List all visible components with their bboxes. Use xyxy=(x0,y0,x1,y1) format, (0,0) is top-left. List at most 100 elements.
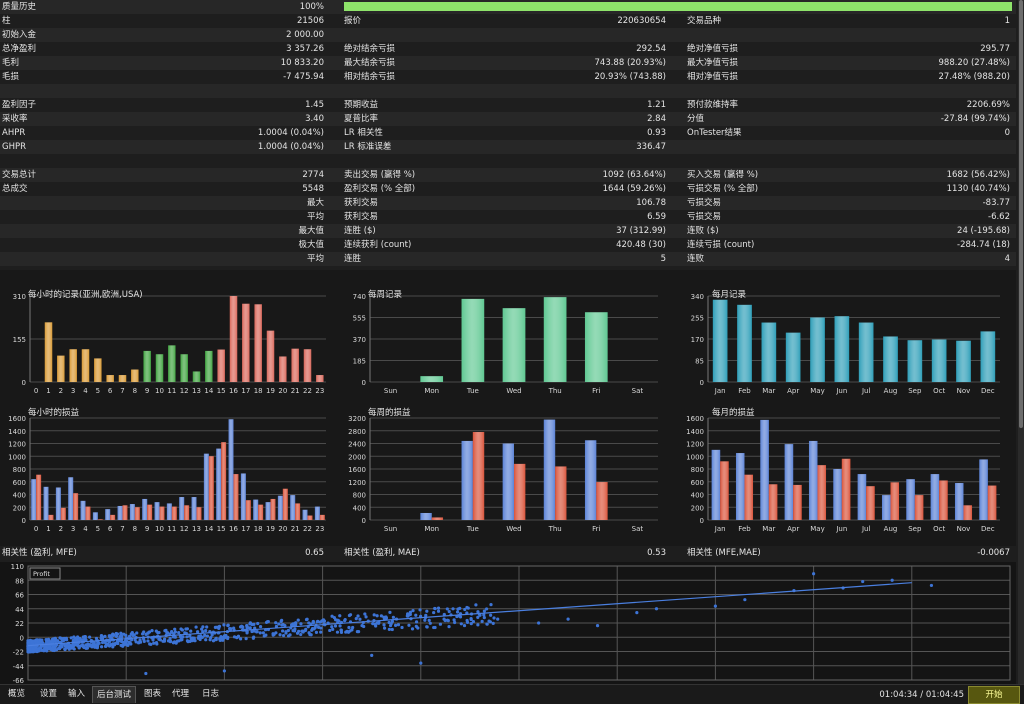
x-tick-label: 2 xyxy=(59,525,63,533)
stat-value: 5548 xyxy=(302,184,324,194)
stat-value xyxy=(200,252,324,266)
bar-highlight xyxy=(92,512,98,520)
x-tick-label: Thu xyxy=(548,525,562,533)
stat-value: 0 xyxy=(1004,128,1010,138)
scatter-point xyxy=(436,606,441,610)
y-tick-label: 1200 xyxy=(348,479,366,487)
tab[interactable]: 代理 xyxy=(168,686,193,702)
scatter-point xyxy=(407,623,411,627)
x-tick-label: Jul xyxy=(861,387,871,395)
bar-highlight xyxy=(906,479,915,520)
scatter-point xyxy=(27,640,31,644)
y-tick-label: 0 xyxy=(20,634,24,642)
scatter-point xyxy=(205,634,210,638)
scatter-point xyxy=(469,617,473,621)
bar-highlight xyxy=(155,354,164,382)
scatter-point xyxy=(60,645,64,649)
tab[interactable]: 日志 xyxy=(198,686,223,702)
stats-row: 交易总计 2774 卖出交易 (赢得 %) 1092 (63.64%) 买入交易 (赢得… xyxy=(0,168,1016,182)
stats-row: GHPR 1.0004 (0.04%) LR 标准误差 336.47 xyxy=(0,140,1016,154)
stat-label: 亏损交易 xyxy=(687,212,722,222)
x-tick-label: 9 xyxy=(145,525,149,533)
scatter-point xyxy=(248,621,253,625)
stat-label: 总净盈利 xyxy=(2,44,37,54)
tab[interactable]: 设置 xyxy=(36,686,61,702)
scatter-point xyxy=(195,630,200,634)
x-tick-label: Apr xyxy=(787,525,799,533)
tab[interactable]: 后台测试 xyxy=(92,686,137,703)
scatter-point xyxy=(452,618,456,622)
scatter-point xyxy=(165,631,169,635)
scatter-point xyxy=(291,629,295,633)
bar-highlight xyxy=(954,483,964,520)
bar-highlight xyxy=(228,419,234,520)
start-button[interactable]: 开始 xyxy=(968,686,1020,704)
scrollbar[interactable] xyxy=(1018,0,1024,684)
bar-highlight xyxy=(980,331,996,382)
stat-value xyxy=(500,28,666,42)
bar-highlight xyxy=(314,506,320,520)
x-tick-label: Sat xyxy=(632,387,644,395)
bar-highlight xyxy=(118,375,127,382)
stat-label: 绝对净值亏损 xyxy=(687,44,739,54)
bar-highlight xyxy=(768,484,778,520)
scatter-point xyxy=(144,671,148,676)
scatter-point xyxy=(226,623,230,627)
x-tick-label: Nov xyxy=(957,525,971,533)
scatter-point xyxy=(63,647,67,651)
tab[interactable]: 图表 xyxy=(140,686,165,702)
bar-highlight xyxy=(295,503,301,520)
x-tick-label: 22 xyxy=(303,525,312,533)
y-tick-label: -22 xyxy=(13,649,24,657)
bar-highlight xyxy=(939,480,948,520)
scatter-point xyxy=(124,642,128,646)
stat-label: 连胜 ($) xyxy=(344,226,376,236)
scatter-point xyxy=(388,623,393,628)
x-tick-label: Jul xyxy=(861,525,871,533)
scatter-point xyxy=(812,572,816,576)
corr-label: 相关性 (盈利, MFE) xyxy=(2,548,77,558)
bar-highlight xyxy=(180,354,188,382)
scatter-point xyxy=(75,637,79,642)
bar-highlight xyxy=(279,356,287,382)
x-tick-label: Thu xyxy=(548,387,562,395)
bar-highlight xyxy=(596,482,608,520)
y-tick-label: 340 xyxy=(691,293,704,301)
bar-highlight xyxy=(80,500,86,520)
bar-highlight xyxy=(270,498,276,520)
stats-row: 平均 获利交易 6.59 亏损交易 -6.62 xyxy=(0,210,1016,224)
y-tick-label: 1400 xyxy=(8,428,26,436)
stat-label: 买入交易 (赢得 %) xyxy=(687,170,759,180)
y-tick-label: 2400 xyxy=(348,441,366,449)
scatter-point xyxy=(299,632,303,637)
x-tick-label: 21 xyxy=(291,387,300,395)
scatter-point xyxy=(379,614,383,618)
scatter-point xyxy=(375,614,379,618)
scatter-point xyxy=(217,626,221,630)
profit-scatter-chart: 110 88 66 44 22 0 -22 -44 -66 Profit xyxy=(0,562,1016,685)
bar-highlight xyxy=(208,456,214,520)
scatter-point xyxy=(31,647,36,651)
scatter-point xyxy=(462,623,467,628)
tab[interactable]: 概览 xyxy=(4,686,29,702)
bar-highlight xyxy=(302,509,308,520)
bar-highlight xyxy=(94,358,102,382)
scrollbar-thumb[interactable] xyxy=(1019,0,1023,428)
y-tick-label: 800 xyxy=(691,466,704,474)
bar-highlight xyxy=(122,505,128,520)
stat-value: 3.40 xyxy=(305,114,324,124)
stats-row: 总净盈利 3 357.26 绝对结余亏损 292.54 绝对净值亏损 295.77 xyxy=(0,42,1016,56)
tab[interactable]: 输入 xyxy=(64,686,89,702)
x-tick-label: 16 xyxy=(229,387,238,395)
scatter-point xyxy=(228,627,232,631)
scatter-point xyxy=(203,633,207,637)
y-tick-label: 555 xyxy=(353,315,366,323)
bar-highlight xyxy=(472,432,485,520)
scatter-point xyxy=(35,649,40,653)
scatter-point xyxy=(51,637,55,641)
scatter-point xyxy=(391,615,396,619)
scatter-point xyxy=(213,625,217,629)
scatter-point xyxy=(84,643,88,647)
bar-highlight xyxy=(242,303,250,382)
chart-title: 每周的损益 xyxy=(368,408,411,418)
